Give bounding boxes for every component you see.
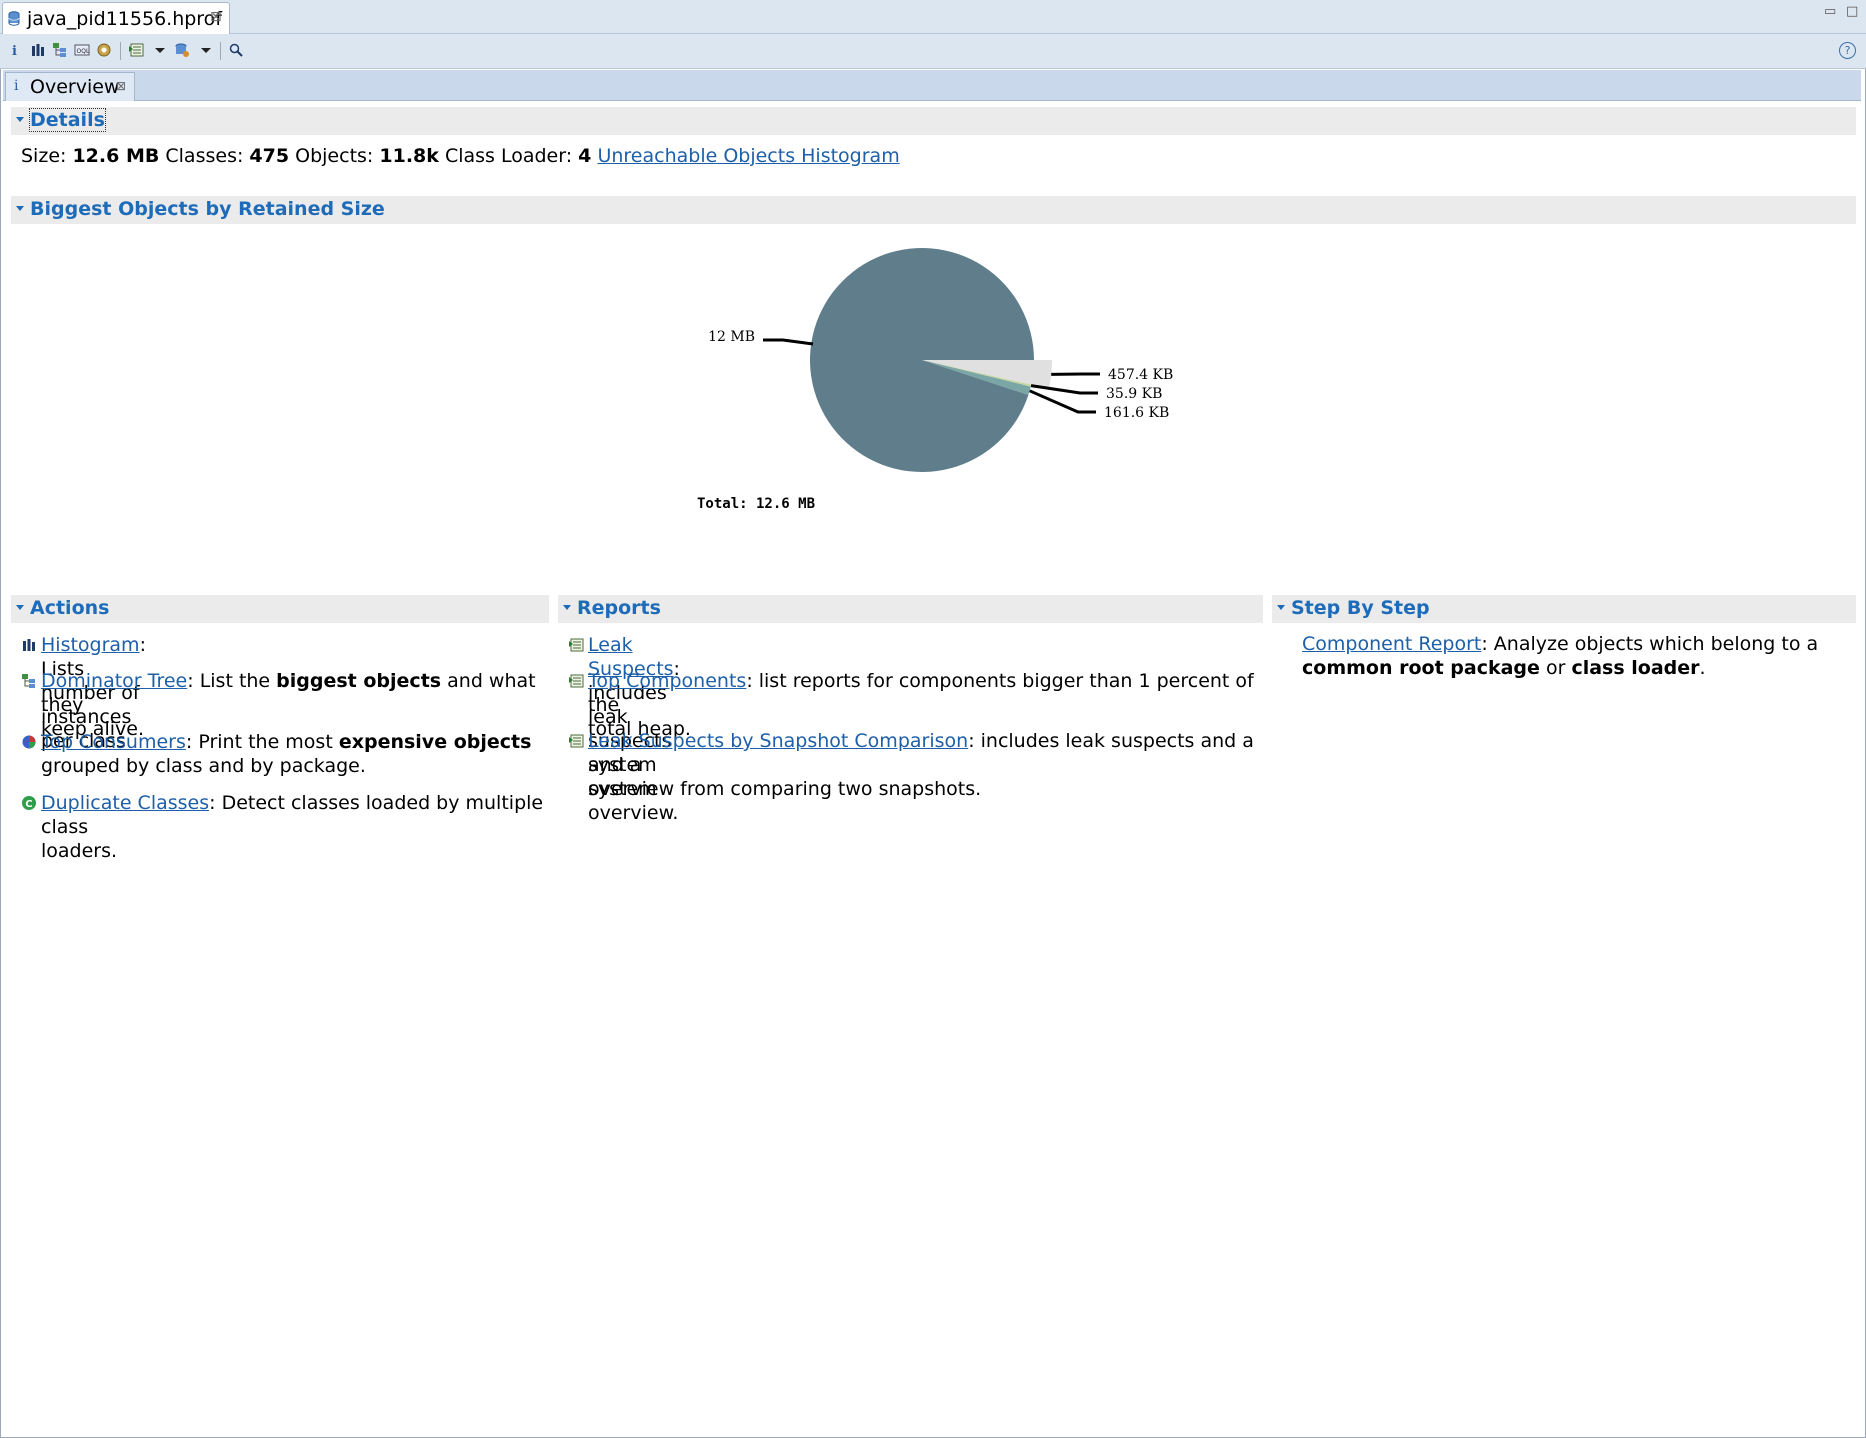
reports-section-header[interactable]: Reports (558, 595, 1263, 623)
collapse-toggle-icon[interactable] (563, 605, 571, 610)
leak-suspects-comparison-link[interactable]: Leak Suspects by Snapshot Comparison (588, 730, 968, 752)
dominator-tree-link[interactable]: Dominator Tree (41, 670, 187, 692)
histogram-icon (23, 639, 35, 651)
run-report-icon (569, 734, 584, 748)
component-report-link[interactable]: Component Report (1302, 633, 1481, 655)
dominator-tree-icon (22, 674, 35, 688)
duplicate-classes-link[interactable]: Duplicate Classes (41, 792, 209, 814)
pie-leader-line (763, 338, 814, 346)
pie-slice-label: 457.4 KB (1108, 367, 1173, 383)
top-consumers-link[interactable]: Top Consumers (41, 731, 186, 753)
pie-slice-label: 35.9 KB (1106, 386, 1162, 402)
actions-header-label: Actions (30, 597, 110, 619)
histogram-link[interactable]: Histogram (41, 634, 140, 656)
actions-section-header[interactable]: Actions (11, 595, 549, 623)
step-by-step-header-label: Step By Step (1291, 597, 1430, 619)
collapse-toggle-icon[interactable] (1277, 605, 1285, 610)
reports-header-label: Reports (577, 597, 661, 619)
top-consumers-icon (22, 735, 36, 749)
step-by-step-section-header[interactable]: Step By Step (1272, 595, 1856, 623)
run-report-icon (569, 638, 584, 652)
duplicate-classes-icon: C (22, 796, 36, 810)
run-report-icon (569, 674, 584, 688)
pie-leader-line (1030, 384, 1098, 395)
pie-total-label: Total: 12.6 MB (697, 496, 815, 512)
collapse-toggle-icon[interactable] (16, 605, 24, 610)
svg-text:C: C (25, 799, 32, 810)
pie-slice-label: 12 MB (708, 329, 755, 345)
top-components-link[interactable]: Top Components (588, 670, 746, 692)
pie-slice-label: 161.6 KB (1104, 405, 1169, 421)
retained-size-pie-chart[interactable]: 12 MB 457.4 KB 35.9 KB 161.6 KB Total: 12.6 … (0, 0, 1866, 560)
pie-slice[interactable] (810, 247, 1034, 472)
